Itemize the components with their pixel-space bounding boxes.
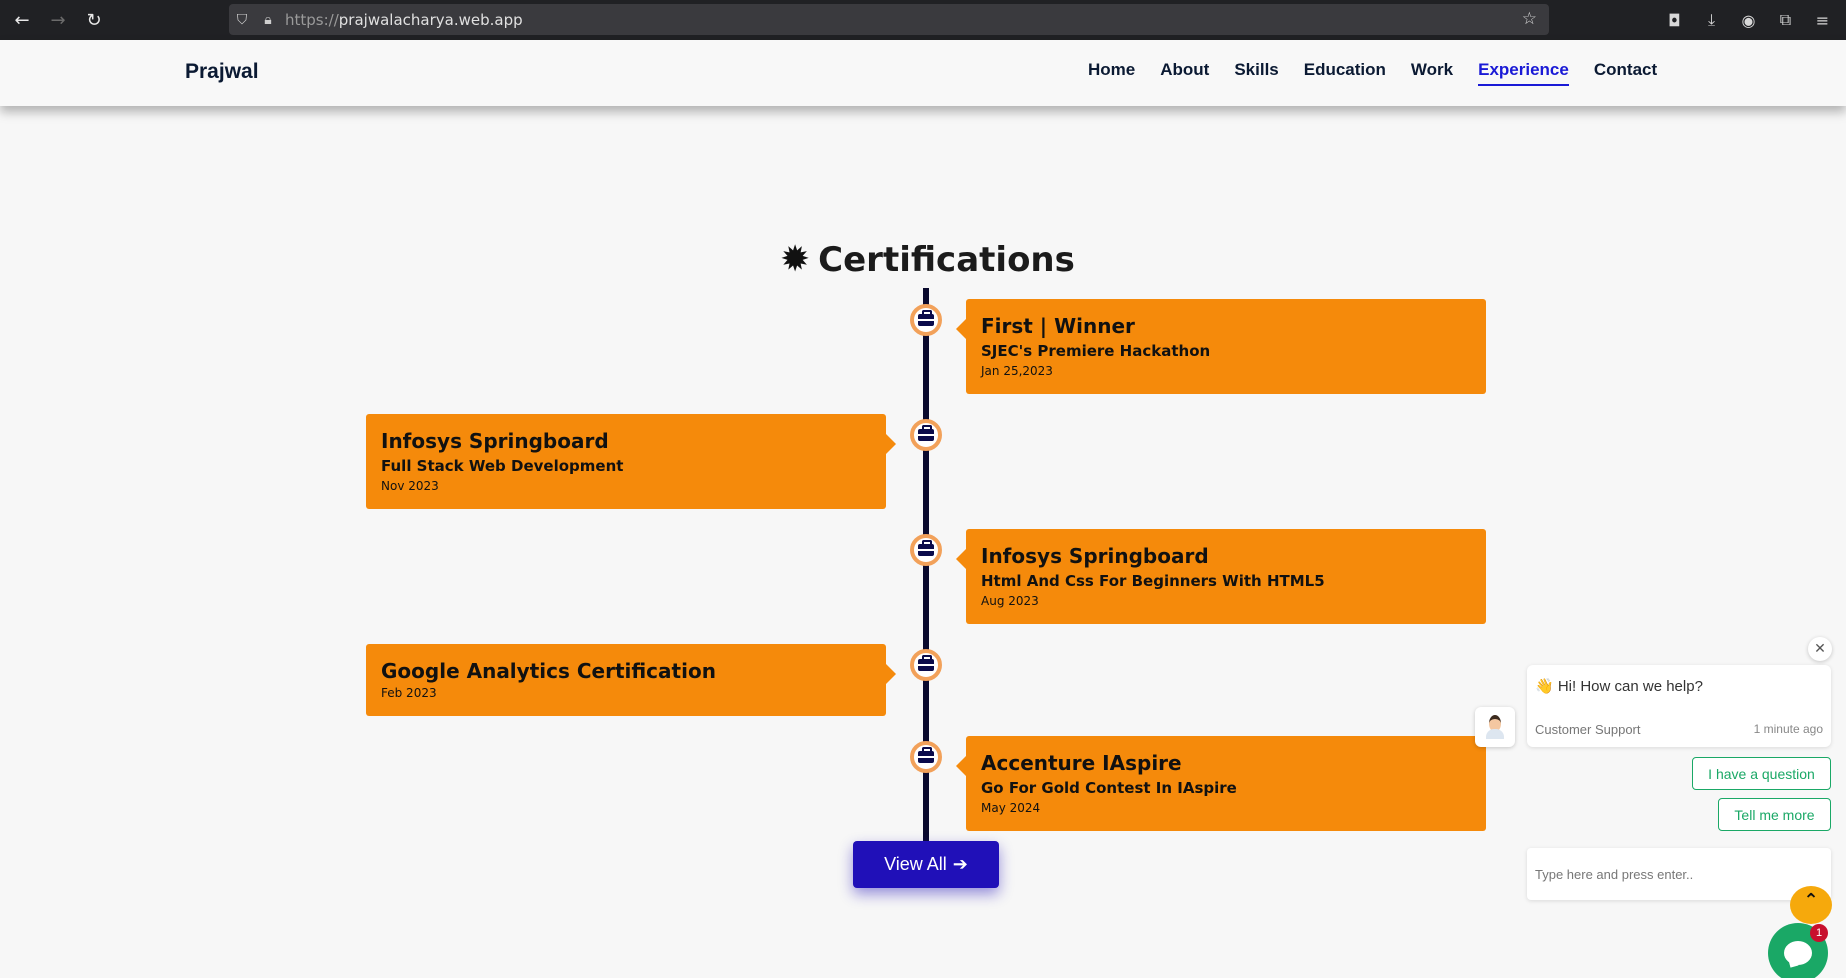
card-subtitle: SJEC's Premiere Hackathon bbox=[981, 342, 1211, 360]
card-date: Jan 25,2023 bbox=[981, 364, 1053, 378]
account-icon[interactable]: ◉ bbox=[1733, 11, 1764, 30]
lock-icon[interactable]: 🔒︎ bbox=[255, 12, 281, 28]
certification-card: Infosys Springboard Full Stack Web Devel… bbox=[366, 414, 896, 509]
nav-skills[interactable]: Skills bbox=[1234, 60, 1278, 86]
card-title: Infosys Springboard bbox=[981, 544, 1209, 568]
nav-home[interactable]: Home bbox=[1088, 60, 1135, 86]
card-title: First | Winner bbox=[981, 314, 1135, 338]
card-title: Accenture IAspire bbox=[981, 751, 1182, 775]
avatar bbox=[1475, 707, 1515, 747]
card-subtitle: Full Stack Web Development bbox=[381, 457, 624, 475]
view-all-label: View All bbox=[884, 854, 947, 874]
chat-timestamp: 1 minute ago bbox=[1753, 722, 1823, 736]
arrow-right-icon: ➔ bbox=[952, 854, 968, 874]
briefcase-icon bbox=[910, 419, 942, 451]
brand-logo[interactable]: Prajwal bbox=[185, 60, 259, 84]
forward-arrow-icon[interactable]: → bbox=[40, 2, 76, 38]
card-subtitle: Go For Gold Contest In IAspire bbox=[981, 779, 1237, 797]
briefcase-icon bbox=[910, 741, 942, 773]
chat-bubble-icon bbox=[1784, 941, 1812, 965]
chevron-up-icon: ⌃ bbox=[1803, 890, 1819, 911]
menu-icon[interactable]: ≡ bbox=[1807, 11, 1838, 30]
extensions-icon[interactable]: ⧉ bbox=[1770, 10, 1801, 30]
shield-icon[interactable]: ⛉ bbox=[229, 12, 255, 28]
star-icon[interactable]: ☆ bbox=[1522, 9, 1537, 29]
close-icon[interactable]: ✕ bbox=[1808, 637, 1832, 661]
notification-badge: 1 bbox=[1810, 924, 1828, 942]
briefcase-icon bbox=[910, 534, 942, 566]
card-date: Nov 2023 bbox=[381, 479, 439, 493]
card-date: Feb 2023 bbox=[381, 686, 437, 700]
view-all-button[interactable]: View All ➔ bbox=[853, 841, 999, 888]
site-header: Prajwal Home About Skills Education Work… bbox=[0, 40, 1846, 106]
quick-reply-tell-more[interactable]: Tell me more bbox=[1718, 798, 1831, 831]
nav-experience[interactable]: Experience bbox=[1478, 60, 1569, 86]
card-subtitle: Html And Css For Beginners With HTML5 bbox=[981, 572, 1325, 590]
browser-actions: ◘ ⤓ ◉ ⧉ ≡ bbox=[1659, 0, 1838, 40]
certification-card: Accenture IAspire Go For Gold Contest In… bbox=[956, 736, 1486, 831]
chat-agent-name: Customer Support bbox=[1535, 722, 1641, 737]
section-heading: ✹ Certifications bbox=[780, 240, 1075, 280]
download-icon[interactable]: ⤓ bbox=[1696, 10, 1727, 30]
card-title: Infosys Springboard bbox=[381, 429, 609, 453]
back-arrow-icon[interactable]: ← bbox=[4, 2, 40, 38]
chat-message: 👋 Hi! How can we help? Customer Support … bbox=[1527, 665, 1831, 747]
pocket-icon[interactable]: ◘ bbox=[1659, 11, 1690, 30]
card-date: May 2024 bbox=[981, 801, 1041, 815]
address-bar[interactable]: ⛉ 🔒︎ https://prajwalacharya.web.app ☆ bbox=[229, 4, 1549, 35]
card-title: Google Analytics Certification bbox=[381, 659, 716, 683]
nav-about[interactable]: About bbox=[1160, 60, 1209, 86]
certification-card: First | Winner SJEC's Premiere Hackathon… bbox=[956, 299, 1486, 394]
url-text[interactable]: https://prajwalacharya.web.app bbox=[285, 11, 523, 29]
section-title: Certifications bbox=[818, 240, 1075, 280]
nav-contact[interactable]: Contact bbox=[1594, 60, 1657, 86]
nav-education[interactable]: Education bbox=[1304, 60, 1386, 86]
quick-reply-question[interactable]: I have a question bbox=[1692, 757, 1831, 790]
chat-input[interactable] bbox=[1527, 848, 1831, 900]
certificate-badge-icon: ✹ bbox=[780, 239, 811, 280]
nav-work[interactable]: Work bbox=[1411, 60, 1453, 86]
card-date: Aug 2023 bbox=[981, 594, 1039, 608]
briefcase-icon bbox=[910, 649, 942, 681]
reload-icon[interactable]: ↻ bbox=[76, 2, 112, 38]
chat-greeting: 👋 Hi! How can we help? bbox=[1535, 678, 1703, 695]
certification-card: Infosys Springboard Html And Css For Beg… bbox=[956, 529, 1486, 624]
browser-toolbar: ← → ↻ ⛉ 🔒︎ https://prajwalacharya.web.ap… bbox=[0, 0, 1846, 40]
scroll-to-top-button[interactable]: ⌃ bbox=[1790, 886, 1832, 924]
main-nav: Home About Skills Education Work Experie… bbox=[1088, 60, 1657, 86]
certification-card: Google Analytics Certification Feb 2023 bbox=[366, 644, 896, 716]
briefcase-icon bbox=[910, 304, 942, 336]
